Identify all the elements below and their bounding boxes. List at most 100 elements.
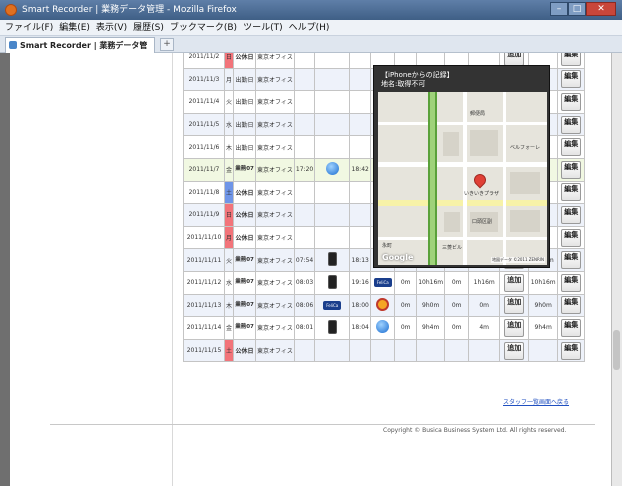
map-label: 三菱ビル — [442, 245, 463, 251]
map-block — [444, 212, 460, 232]
weekday-cell: 日 — [223, 53, 235, 69]
late-cell: 0m — [444, 270, 470, 295]
end-device-cell — [370, 293, 396, 318]
start-time-cell — [293, 225, 316, 250]
overtime-cell: 0m — [468, 293, 501, 318]
end-time-cell — [349, 67, 372, 92]
date-cell: 2011/11/14 — [183, 316, 225, 340]
menu-help[interactable]: ヘルプ(H) — [289, 20, 330, 35]
day-type-cell: 公休日 — [233, 338, 257, 363]
map-pin-icon[interactable] — [471, 171, 489, 189]
globe-icon[interactable] — [325, 162, 339, 176]
add-button[interactable]: 追加 — [504, 273, 525, 292]
edit-button[interactable]: 編集 — [561, 318, 582, 337]
add-button[interactable]: 追加 — [504, 296, 525, 315]
map-block — [443, 132, 459, 156]
start-device-cell — [314, 135, 351, 159]
map-label: いきいきプラザ — [464, 191, 500, 197]
clock-icon[interactable] — [376, 297, 390, 311]
edit-button[interactable]: 編集 — [561, 92, 582, 111]
map-label: 郵便局 — [470, 111, 486, 117]
edit-cell: 編集 — [557, 316, 586, 340]
edit-button[interactable]: 編集 — [561, 296, 582, 315]
phone-icon[interactable] — [327, 252, 337, 267]
staff-list-link[interactable]: スタッフ一覧画面へ戻る — [503, 397, 569, 406]
add-cell: 追加 — [499, 270, 530, 295]
menu-bookmarks[interactable]: ブックマーク(B) — [170, 20, 237, 35]
place-cell: 東京オフィス — [255, 135, 295, 159]
start-time-cell — [293, 135, 316, 159]
edit-cell: 編集 — [557, 135, 586, 159]
day-type-cell: 出勤日 — [233, 112, 257, 137]
app-icon — [9, 41, 17, 49]
table-row: 2011/11/14 金業務07 東京オフィス 08:01 18:04 0m 9h4m 0m 4… — [183, 316, 586, 340]
place-cell: 東京オフィス — [255, 203, 295, 227]
menu-edit[interactable]: 編集(E) — [59, 20, 90, 35]
edit-button[interactable]: 編集 — [561, 160, 582, 179]
edit-cell: 編集 — [557, 157, 586, 182]
phone-icon[interactable] — [327, 319, 337, 334]
worktime-cell: 9h0m — [416, 293, 446, 318]
end-time-cell — [349, 338, 372, 363]
left-margin — [0, 53, 10, 486]
weekday-cell: 月 — [223, 67, 235, 92]
date-cell: 2011/11/12 — [183, 270, 225, 295]
menu-tools[interactable]: ツール(T) — [243, 20, 283, 35]
edit-button[interactable]: 編集 — [561, 70, 582, 89]
start-device-cell — [314, 90, 351, 114]
felica-icon[interactable]: FeliCa — [373, 278, 392, 288]
scrollbar[interactable] — [611, 53, 622, 486]
edit-button[interactable]: 編集 — [561, 138, 582, 157]
popup-subtitle: 地名:取得不可 — [381, 80, 426, 88]
add-button[interactable]: 追加 — [504, 53, 525, 66]
overtime-cell: 4m — [468, 316, 501, 340]
edit-button[interactable]: 編集 — [561, 228, 582, 247]
edit-button[interactable]: 編集 — [561, 205, 582, 224]
start-device-cell — [314, 112, 351, 137]
menu-file[interactable]: ファイル(F) — [5, 20, 53, 35]
total-cell — [528, 338, 559, 363]
date-cell: 2011/11/15 — [183, 338, 225, 363]
menu-view[interactable]: 表示(V) — [96, 20, 127, 35]
edit-button[interactable]: 編集 — [561, 273, 582, 292]
end-time-cell — [349, 203, 372, 227]
map-label: 口頭区副 — [472, 219, 493, 225]
date-cell: 2011/11/8 — [183, 180, 225, 205]
new-tab-button[interactable]: + — [160, 38, 174, 51]
minimize-button[interactable]: – — [550, 2, 568, 16]
tab-smart-recorder[interactable]: Smart Recorder | 業務データ管理 — [5, 37, 155, 65]
add-button[interactable]: 追加 — [504, 341, 525, 360]
edit-button[interactable]: 編集 — [561, 341, 582, 360]
edit-button[interactable]: 編集 — [561, 115, 582, 134]
place-cell: 東京オフィス — [255, 293, 295, 318]
map[interactable]: 郵便局 ベルフォーレ いきいきプラザ 口頭区副 永町 三菱ビル Google 地… — [378, 92, 547, 265]
scrollbar-thumb[interactable] — [613, 330, 620, 370]
phone-icon[interactable] — [327, 274, 337, 289]
add-button[interactable]: 追加 — [504, 318, 525, 337]
break-cell — [394, 338, 418, 363]
weekday-cell: 木 — [223, 293, 235, 318]
late-cell — [444, 338, 470, 363]
close-button[interactable]: ✕ — [586, 2, 616, 16]
start-device-cell: FeliCa — [314, 293, 351, 318]
start-time-cell — [293, 67, 316, 92]
felica-icon[interactable]: FeliCa — [323, 300, 342, 310]
date-cell: 2011/11/11 — [183, 248, 225, 272]
edit-button[interactable]: 編集 — [561, 183, 582, 202]
place-cell: 東京オフィス — [255, 67, 295, 92]
day-type-cell: 業務07 — [233, 293, 257, 318]
globe-icon[interactable] — [376, 320, 390, 334]
edit-button[interactable]: 編集 — [561, 251, 582, 270]
table-row: 2011/11/13 木業務07 東京オフィス 08:06 FeliCa 18:00 0m 9… — [183, 293, 586, 318]
window-titlebar: Smart Recorder | 業務データ管理 - Mozilla Firef… — [0, 0, 622, 20]
end-time-cell — [349, 225, 372, 250]
menu-history[interactable]: 履歴(S) — [133, 20, 164, 35]
edit-cell: 編集 — [557, 90, 586, 114]
edit-button[interactable]: 編集 — [561, 53, 582, 66]
sidebar — [10, 53, 173, 486]
maximize-button[interactable]: □ — [568, 2, 586, 16]
start-device-cell — [314, 270, 351, 295]
weekday-cell: 水 — [223, 270, 235, 295]
date-cell: 2011/11/10 — [183, 225, 225, 250]
place-cell: 東京オフィス — [255, 53, 295, 69]
